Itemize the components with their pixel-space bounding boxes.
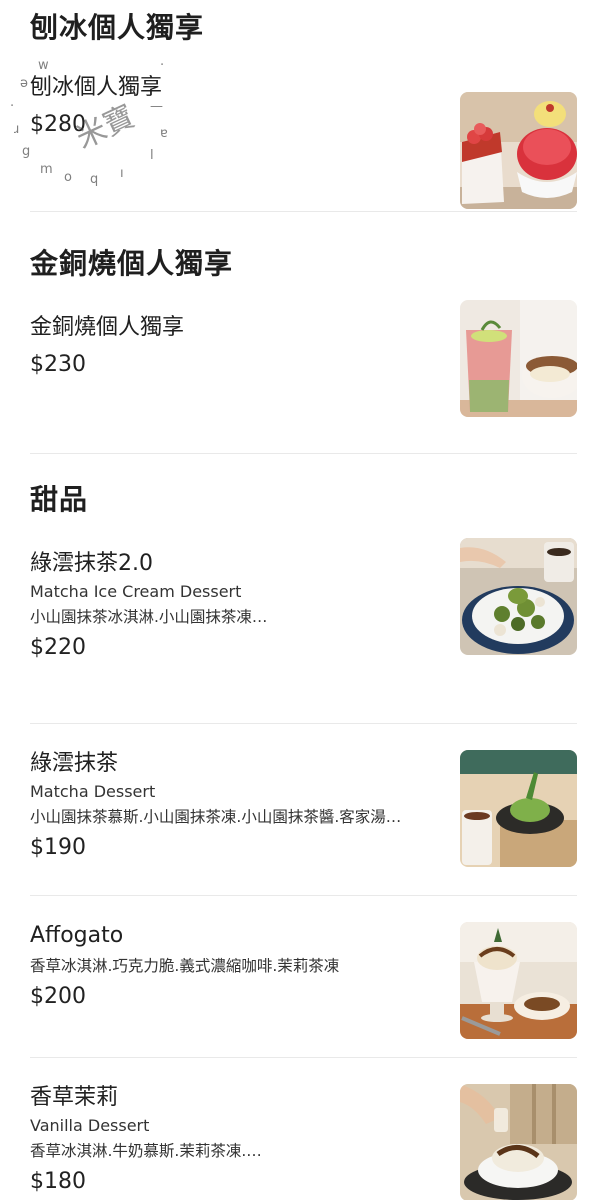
item-description: 香草冰淇淋.巧克力脆.義式濃縮咖啡.茉莉茶凍 bbox=[30, 956, 340, 975]
menu-item[interactable]: 刨冰個人獨享 $280 bbox=[30, 74, 577, 212]
item-name: 綠澐抹茶2.0 bbox=[30, 551, 153, 576]
item-description: 小山園抹茶冰淇淋.小山園抹茶凍… bbox=[30, 607, 268, 626]
menu-item[interactable]: Affogato 香草冰淇淋.巧克力脆.義式濃縮咖啡.茉莉茶凍 $200 bbox=[30, 896, 577, 1058]
item-name: 刨冰個人獨享 bbox=[30, 75, 163, 100]
matcha-ice-cream-photo bbox=[460, 538, 577, 655]
item-description: 小山園抹茶慕斯.小山園抹茶凍.小山園抹茶醬.客家湯… bbox=[30, 807, 402, 826]
item-price: $230 bbox=[30, 351, 86, 377]
matcha-dessert-photo bbox=[460, 750, 577, 867]
section-title: 甜品 bbox=[30, 483, 89, 516]
menu-item[interactable]: 金銅燒個人獨享 $230 bbox=[30, 300, 577, 454]
item-price: $200 bbox=[30, 983, 86, 1009]
item-price: $180 bbox=[30, 1168, 86, 1194]
menu-page: 刨冰個人獨享 刨冰個人獨享 $280 w ə · ɹ g m o q ı l ɐ… bbox=[0, 0, 607, 1200]
dorayaki-drink-photo bbox=[460, 300, 577, 417]
item-english-name: Matcha Dessert bbox=[30, 781, 156, 801]
item-text: Affogato 香草冰淇淋.巧克力脆.義式濃縮咖啡.茉莉茶凍 $200 bbox=[30, 922, 460, 1057]
item-name: Affogato bbox=[30, 923, 124, 948]
item-english-name: Vanilla Dessert bbox=[30, 1115, 150, 1135]
shaved-ice-photo bbox=[460, 92, 577, 209]
item-text: 綠澐抹茶2.0 Matcha Ice Cream Dessert 小山園抹茶冰淇… bbox=[30, 550, 460, 723]
section-desserts: 甜品 綠澐抹茶2.0 Matcha Ice Cream Dessert 小山園抹… bbox=[0, 486, 607, 1200]
item-name: 綠澐抹茶 bbox=[30, 751, 119, 776]
section-shaved-ice: 刨冰個人獨享 刨冰個人獨享 $280 bbox=[0, 12, 607, 212]
item-price: $190 bbox=[30, 834, 86, 860]
item-english-name: Matcha Ice Cream Dessert bbox=[30, 581, 242, 601]
item-description: 香草冰淇淋.牛奶慕斯.茉莉茶凍.… bbox=[30, 1141, 262, 1160]
affogato-photo bbox=[460, 922, 577, 1039]
menu-item[interactable]: 香草茉莉 Vanilla Dessert 香草冰淇淋.牛奶慕斯.茉莉茶凍.… $… bbox=[30, 1058, 577, 1200]
item-text: 刨冰個人獨享 $280 bbox=[30, 74, 460, 211]
section-title: 金銅燒個人獨享 bbox=[30, 247, 234, 280]
section-title: 刨冰個人獨享 bbox=[30, 11, 205, 44]
menu-item[interactable]: 綠澐抹茶 Matcha Dessert 小山園抹茶慕斯.小山園抹茶凍.小山園抹茶… bbox=[30, 724, 577, 896]
section-dorayaki: 金銅燒個人獨享 金銅燒個人獨享 $230 bbox=[0, 250, 607, 454]
item-text: 金銅燒個人獨享 $230 bbox=[30, 314, 460, 453]
item-price: $280 bbox=[30, 111, 86, 137]
item-text: 香草茉莉 Vanilla Dessert 香草冰淇淋.牛奶慕斯.茉莉茶凍.… $… bbox=[30, 1084, 460, 1200]
item-text: 綠澐抹茶 Matcha Dessert 小山園抹茶慕斯.小山園抹茶凍.小山園抹茶… bbox=[30, 750, 460, 895]
vanilla-dessert-photo bbox=[460, 1084, 577, 1200]
item-price: $220 bbox=[30, 634, 86, 660]
item-name: 金銅燒個人獨享 bbox=[30, 315, 185, 340]
item-name: 香草茉莉 bbox=[30, 1085, 119, 1110]
menu-item[interactable]: 綠澐抹茶2.0 Matcha Ice Cream Dessert 小山園抹茶冰淇… bbox=[30, 538, 577, 724]
